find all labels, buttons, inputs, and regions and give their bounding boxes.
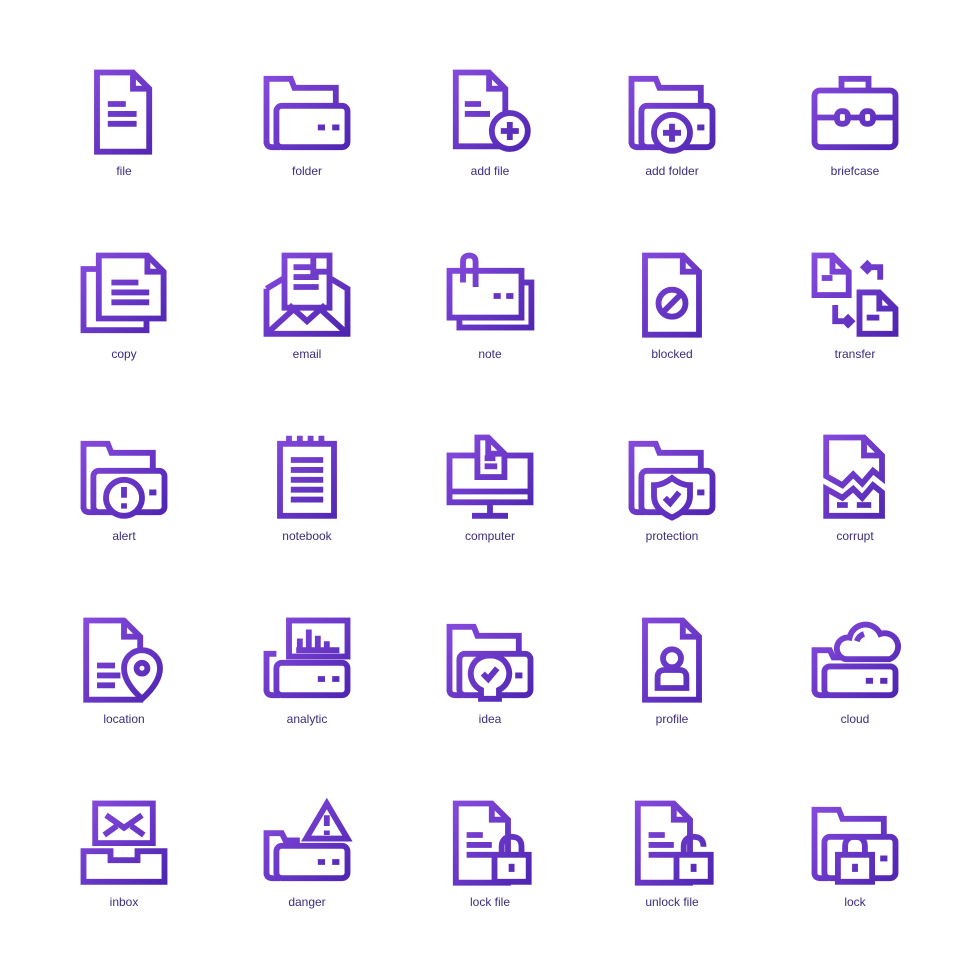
icon-label: add file xyxy=(470,164,510,178)
icon-cell-add-file: add file xyxy=(420,68,560,218)
icon-label: corrupt xyxy=(836,529,874,543)
icon-label: add folder xyxy=(645,164,699,178)
icon-cell-note: note xyxy=(420,251,560,401)
icon-label: cloud xyxy=(840,712,870,726)
icon-cell-notebook: notebook xyxy=(237,433,377,583)
file-icon xyxy=(94,69,153,155)
icon-label: email xyxy=(292,347,322,361)
cloud-icon xyxy=(811,621,901,699)
unlock-file-icon xyxy=(634,800,714,886)
icon-label: transfer xyxy=(834,347,876,361)
note-icon xyxy=(446,252,535,331)
icon-label: alert xyxy=(112,529,136,543)
icon-label: note xyxy=(478,347,502,361)
lock-icon xyxy=(811,806,899,885)
icon-cell-location: location xyxy=(54,616,194,766)
icon-cell-corrupt: corrupt xyxy=(785,433,925,583)
icon-label: folder xyxy=(291,164,323,178)
corrupt-icon xyxy=(823,434,885,519)
folder-icon xyxy=(263,75,351,151)
alert-icon xyxy=(80,440,168,519)
lock-file-icon xyxy=(452,800,532,886)
briefcase-icon xyxy=(811,75,899,151)
icon-cell-folder: folder xyxy=(237,68,377,218)
icon-cell-danger: danger xyxy=(237,797,377,949)
icon-cell-lock-file: lock file xyxy=(420,799,560,949)
icon-label: briefcase xyxy=(830,164,880,178)
protection-icon xyxy=(628,440,716,521)
add-folder-icon xyxy=(628,75,716,154)
analytic-icon xyxy=(263,617,351,699)
transfer-icon xyxy=(811,252,899,337)
danger-icon xyxy=(263,797,353,882)
icon-cell-idea: idea xyxy=(420,616,560,766)
icon-cell-file: file xyxy=(54,68,194,218)
icon-cell-unlock-file: unlock file xyxy=(602,799,742,949)
icon-label: computer xyxy=(464,529,516,543)
icon-cell-briefcase: briefcase xyxy=(785,68,925,218)
icon-cell-transfer: transfer xyxy=(785,251,925,401)
icon-label: protection xyxy=(645,529,699,543)
icon-cell-protection: protection xyxy=(602,433,742,583)
icon-label: lock file xyxy=(469,895,510,909)
icon-label: lock xyxy=(844,895,866,909)
icon-cell-add-folder: add folder xyxy=(602,68,742,218)
location-icon xyxy=(83,617,163,703)
icon-cell-computer: computer xyxy=(420,433,560,583)
email-icon xyxy=(263,252,351,337)
icon-cell-inbox: inbox xyxy=(54,799,194,949)
icon-cell-blocked: blocked xyxy=(602,251,742,401)
icon-label: notebook xyxy=(282,529,332,543)
icon-cell-lock: lock xyxy=(785,799,925,949)
icon-label: file xyxy=(116,164,132,178)
icon-label: analytic xyxy=(286,712,328,726)
icon-label: unlock file xyxy=(645,895,699,909)
add-file-icon xyxy=(452,69,531,152)
notebook-icon xyxy=(277,435,337,519)
icon-label: profile xyxy=(655,712,689,726)
icon-cell-alert: alert xyxy=(54,433,194,583)
icon-cell-email: email xyxy=(237,251,377,401)
icon-cell-profile: profile xyxy=(602,616,742,766)
icon-label: location xyxy=(103,712,145,726)
icon-label: blocked xyxy=(651,347,693,361)
copy-icon xyxy=(80,252,167,334)
idea-icon xyxy=(446,623,534,702)
icon-label: idea xyxy=(478,712,502,726)
icon-label: danger xyxy=(288,895,326,909)
blocked-icon xyxy=(642,252,702,338)
icon-label: copy xyxy=(111,347,137,361)
profile-icon xyxy=(642,617,702,703)
inbox-icon xyxy=(80,800,168,885)
icon-cell-copy: copy xyxy=(54,251,194,401)
icon-cell-analytic: analytic xyxy=(237,616,377,766)
icon-label: inbox xyxy=(109,895,139,909)
icon-cell-cloud: cloud xyxy=(785,616,925,766)
computer-icon xyxy=(446,434,534,519)
